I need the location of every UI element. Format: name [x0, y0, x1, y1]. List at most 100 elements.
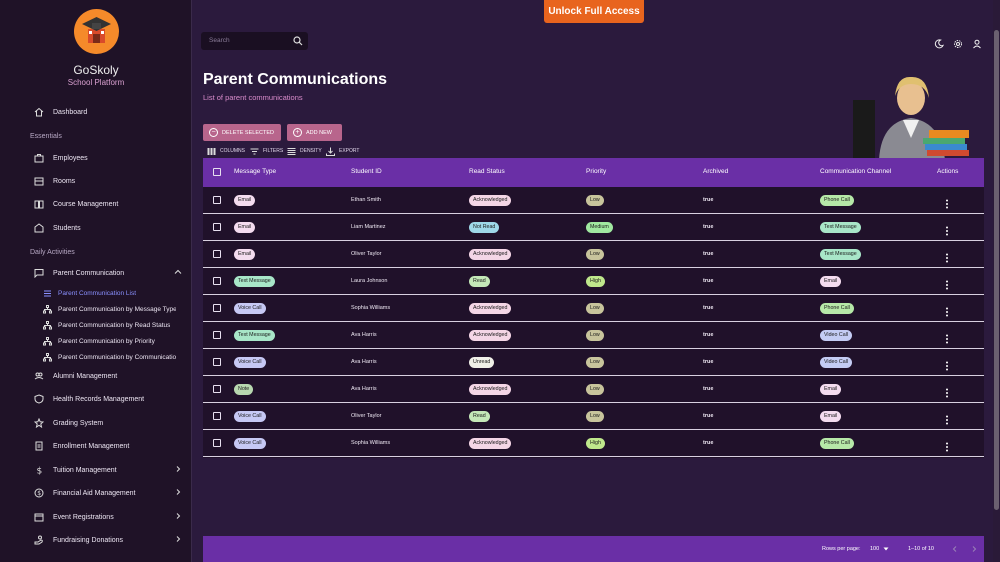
more-actions-icon[interactable] — [945, 196, 949, 209]
more-actions-icon[interactable] — [945, 412, 949, 425]
user-icon[interactable] — [972, 36, 982, 49]
add-new-button[interactable]: + ADD NEW — [287, 124, 342, 141]
row-checkbox[interactable] — [213, 385, 221, 393]
next-page-icon[interactable] — [970, 545, 978, 553]
sidebar-item-dashboard[interactable]: Dashboard — [0, 102, 191, 122]
sidebar-item-rooms[interactable]: Rooms — [0, 171, 191, 191]
cell-communication-channel: Email — [820, 384, 842, 395]
caret-down-icon[interactable] — [883, 546, 889, 552]
row-checkbox[interactable] — [213, 277, 221, 285]
sidebar-subitem-by-read-status[interactable]: Parent Communication by Read Status — [0, 318, 191, 332]
more-actions-icon[interactable] — [945, 277, 949, 290]
select-all-checkbox[interactable] — [213, 168, 221, 176]
sidebar-item-tuition[interactable]: $ Tuition Management — [0, 460, 191, 480]
delete-selected-button[interactable]: − DELETE SELECTED — [203, 124, 281, 141]
sidebar-item-students[interactable]: Students — [0, 218, 191, 238]
columns-button[interactable]: COLUMNS — [207, 146, 245, 156]
sidebar-item-label: Tuition Management — [53, 466, 117, 474]
scrollbar[interactable] — [993, 0, 1000, 562]
filters-button[interactable]: FILTERS — [250, 146, 283, 156]
cell-communication-channel: Phone Call — [820, 438, 854, 449]
hierarchy-icon — [43, 352, 52, 362]
chevron-up-icon — [174, 269, 182, 274]
cell-read-status: Acknowledged — [469, 303, 512, 314]
cell-priority: Low — [586, 303, 604, 314]
sidebar-subitem-label: Parent Communication by Message Type — [58, 305, 176, 313]
column-header-message-type[interactable]: Message Type — [234, 168, 276, 175]
sidebar-item-grading[interactable]: Grading System — [0, 413, 191, 433]
table-row[interactable]: Note Ava Harris Acknowledged Low true Email — [203, 376, 984, 403]
sidebar-item-employees[interactable]: Employees — [0, 148, 191, 168]
table-row[interactable]: Email Liam Martinez Not Read Medium true Text… — [203, 214, 984, 241]
pagination-range: 1–10 of 10 — [908, 546, 934, 552]
sidebar-item-health[interactable]: Health Records Management — [0, 389, 191, 409]
rows-per-page-select[interactable]: 100 — [870, 546, 879, 552]
sidebar-item-enrollment[interactable]: Enrollment Management — [0, 436, 191, 456]
table-row[interactable]: Email Ethan Smith Acknowledged Low true Phone… — [203, 187, 984, 214]
more-actions-icon[interactable] — [945, 304, 949, 317]
sidebar-subitem-by-priority[interactable]: Parent Communication by Priority — [0, 334, 191, 348]
row-checkbox[interactable] — [213, 223, 221, 231]
prev-page-icon[interactable] — [951, 545, 959, 553]
table-row[interactable]: Text Message Ava Harris Acknowledged Low tru… — [203, 322, 984, 349]
row-checkbox[interactable] — [213, 358, 221, 366]
sidebar-item-parent-communication[interactable]: Parent Communication — [0, 263, 191, 283]
cell-archived: true — [703, 197, 714, 203]
more-actions-icon[interactable] — [945, 223, 949, 236]
page-title: Parent Communications — [203, 71, 388, 88]
section-label-essentials: Essentials — [30, 133, 62, 140]
sidebar-item-course-management[interactable]: Course Management — [0, 194, 191, 214]
more-actions-icon[interactable] — [945, 250, 949, 263]
more-actions-icon[interactable] — [945, 385, 949, 398]
export-button[interactable]: EXPORT — [326, 146, 359, 156]
hierarchy-icon — [43, 320, 52, 330]
unlock-full-access-button[interactable]: Unlock Full Access — [544, 0, 644, 23]
row-checkbox[interactable] — [213, 439, 221, 447]
column-header-read-status[interactable]: Read Status — [469, 168, 505, 175]
table-row[interactable]: Voice Call Ava Harris Unread Low true Video C… — [203, 349, 984, 376]
more-actions-icon[interactable] — [945, 331, 949, 344]
sidebar-subitem-list[interactable]: Parent Communication List — [0, 286, 191, 300]
cell-read-status: Read — [469, 276, 490, 287]
row-checkbox[interactable] — [213, 331, 221, 339]
scrollbar-thumb[interactable] — [994, 30, 999, 510]
cell-student-id: Oliver Taylor — [351, 251, 382, 257]
cell-message-type: Email — [234, 195, 256, 206]
table-row[interactable]: Email Oliver Taylor Acknowledged Low true Tex… — [203, 241, 984, 268]
gear-icon[interactable] — [953, 36, 963, 48]
column-header-student-id[interactable]: Student ID — [351, 168, 382, 175]
cell-student-id: Sophia Williams — [351, 440, 391, 446]
coin-icon: $ — [34, 488, 44, 498]
sidebar-subitem-by-channel[interactable]: Parent Communication by Communication Ch… — [0, 350, 191, 364]
app-name: GoSkoly — [73, 63, 119, 77]
row-checkbox[interactable] — [213, 250, 221, 258]
table-row[interactable]: Text Message Laura Johnson Read High true Ema… — [203, 268, 984, 295]
more-actions-icon[interactable] — [945, 358, 949, 371]
sidebar-item-event-registrations[interactable]: Event Registrations — [0, 507, 191, 527]
cell-archived: true — [703, 278, 714, 284]
density-button[interactable]: DENSITY — [287, 146, 322, 156]
column-header-communication-channel[interactable]: Communication Channel — [820, 168, 891, 175]
cell-student-id: Ethan Smith — [351, 197, 381, 203]
row-checkbox[interactable] — [213, 196, 221, 204]
search-icon[interactable] — [293, 36, 303, 46]
sidebar-item-fundraising[interactable]: Fundraising Donations — [0, 530, 191, 550]
dark-mode-icon[interactable] — [934, 36, 945, 49]
table-row[interactable]: Voice Call Oliver Taylor Read Low true Email — [203, 403, 984, 430]
cell-priority: Low — [586, 384, 604, 395]
search-input[interactable]: Search — [201, 32, 308, 50]
row-checkbox[interactable] — [213, 304, 221, 312]
table-row[interactable]: Voice Call Sophia Williams Acknowledged Low… — [203, 295, 984, 322]
sidebar-subitem-by-message-type[interactable]: Parent Communication by Message Type — [0, 302, 191, 316]
list-icon — [43, 289, 52, 298]
more-actions-icon[interactable] — [945, 439, 949, 452]
column-header-priority[interactable]: Priority — [586, 168, 606, 175]
cell-student-id: Oliver Taylor — [351, 413, 382, 419]
sidebar-item-financial-aid[interactable]: $ Financial Aid Management — [0, 483, 191, 503]
column-header-archived[interactable]: Archived — [703, 168, 728, 175]
cell-communication-channel: Email — [820, 276, 842, 287]
row-checkbox[interactable] — [213, 412, 221, 420]
table-row[interactable]: Voice Call Sophia Williams Acknowledged Hig… — [203, 430, 984, 457]
cell-student-id: Liam Martinez — [351, 224, 386, 230]
sidebar-item-alumni[interactable]: Alumni Management — [0, 366, 191, 386]
